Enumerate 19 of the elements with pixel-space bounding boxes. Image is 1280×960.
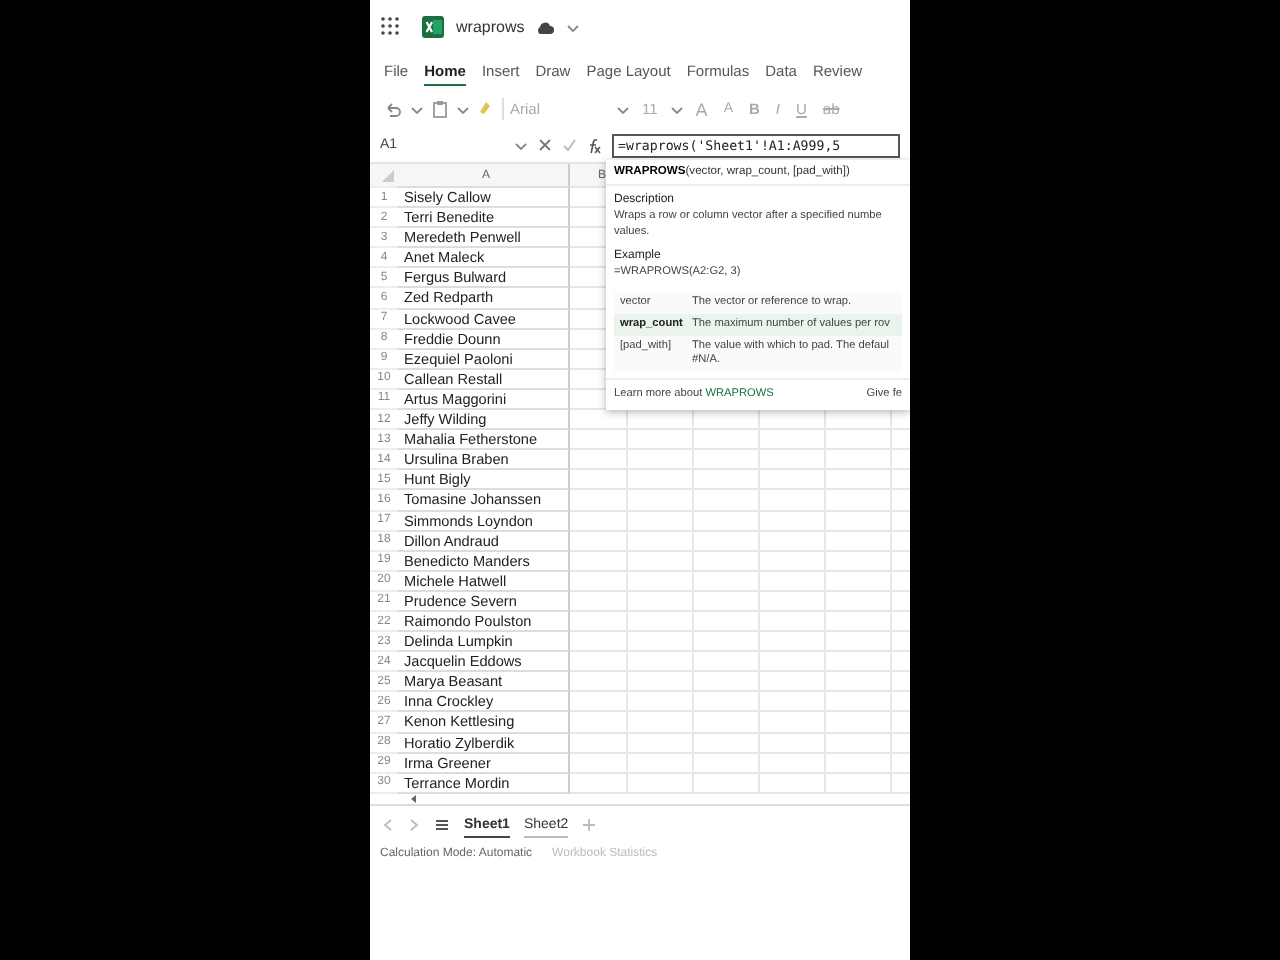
- cloud-icon: [536, 19, 555, 35]
- file-name[interactable]: wraprows: [456, 18, 525, 36]
- next-sheet-icon[interactable]: [408, 818, 420, 833]
- caret-icon[interactable]: [410, 103, 424, 115]
- function-icon[interactable]: [586, 137, 602, 153]
- app-launcher-icon[interactable]: [380, 16, 402, 38]
- clipboard-icon[interactable]: [432, 100, 448, 118]
- add-sheet-icon[interactable]: [582, 818, 597, 833]
- caret-icon[interactable]: [456, 103, 470, 115]
- caret-icon[interactable]: [669, 103, 684, 115]
- menu-icon[interactable]: [434, 818, 450, 833]
- previous-sheet-icon[interactable]: [382, 818, 394, 833]
- undo-icon[interactable]: [384, 101, 402, 117]
- caret-icon[interactable]: [566, 21, 581, 33]
- caret-icon[interactable]: [514, 139, 528, 151]
- caret-icon[interactable]: [616, 103, 630, 115]
- spreadsheet-app-icon[interactable]: [422, 16, 444, 38]
- cancel-icon[interactable]: [538, 138, 552, 152]
- check-icon[interactable]: [562, 138, 576, 152]
